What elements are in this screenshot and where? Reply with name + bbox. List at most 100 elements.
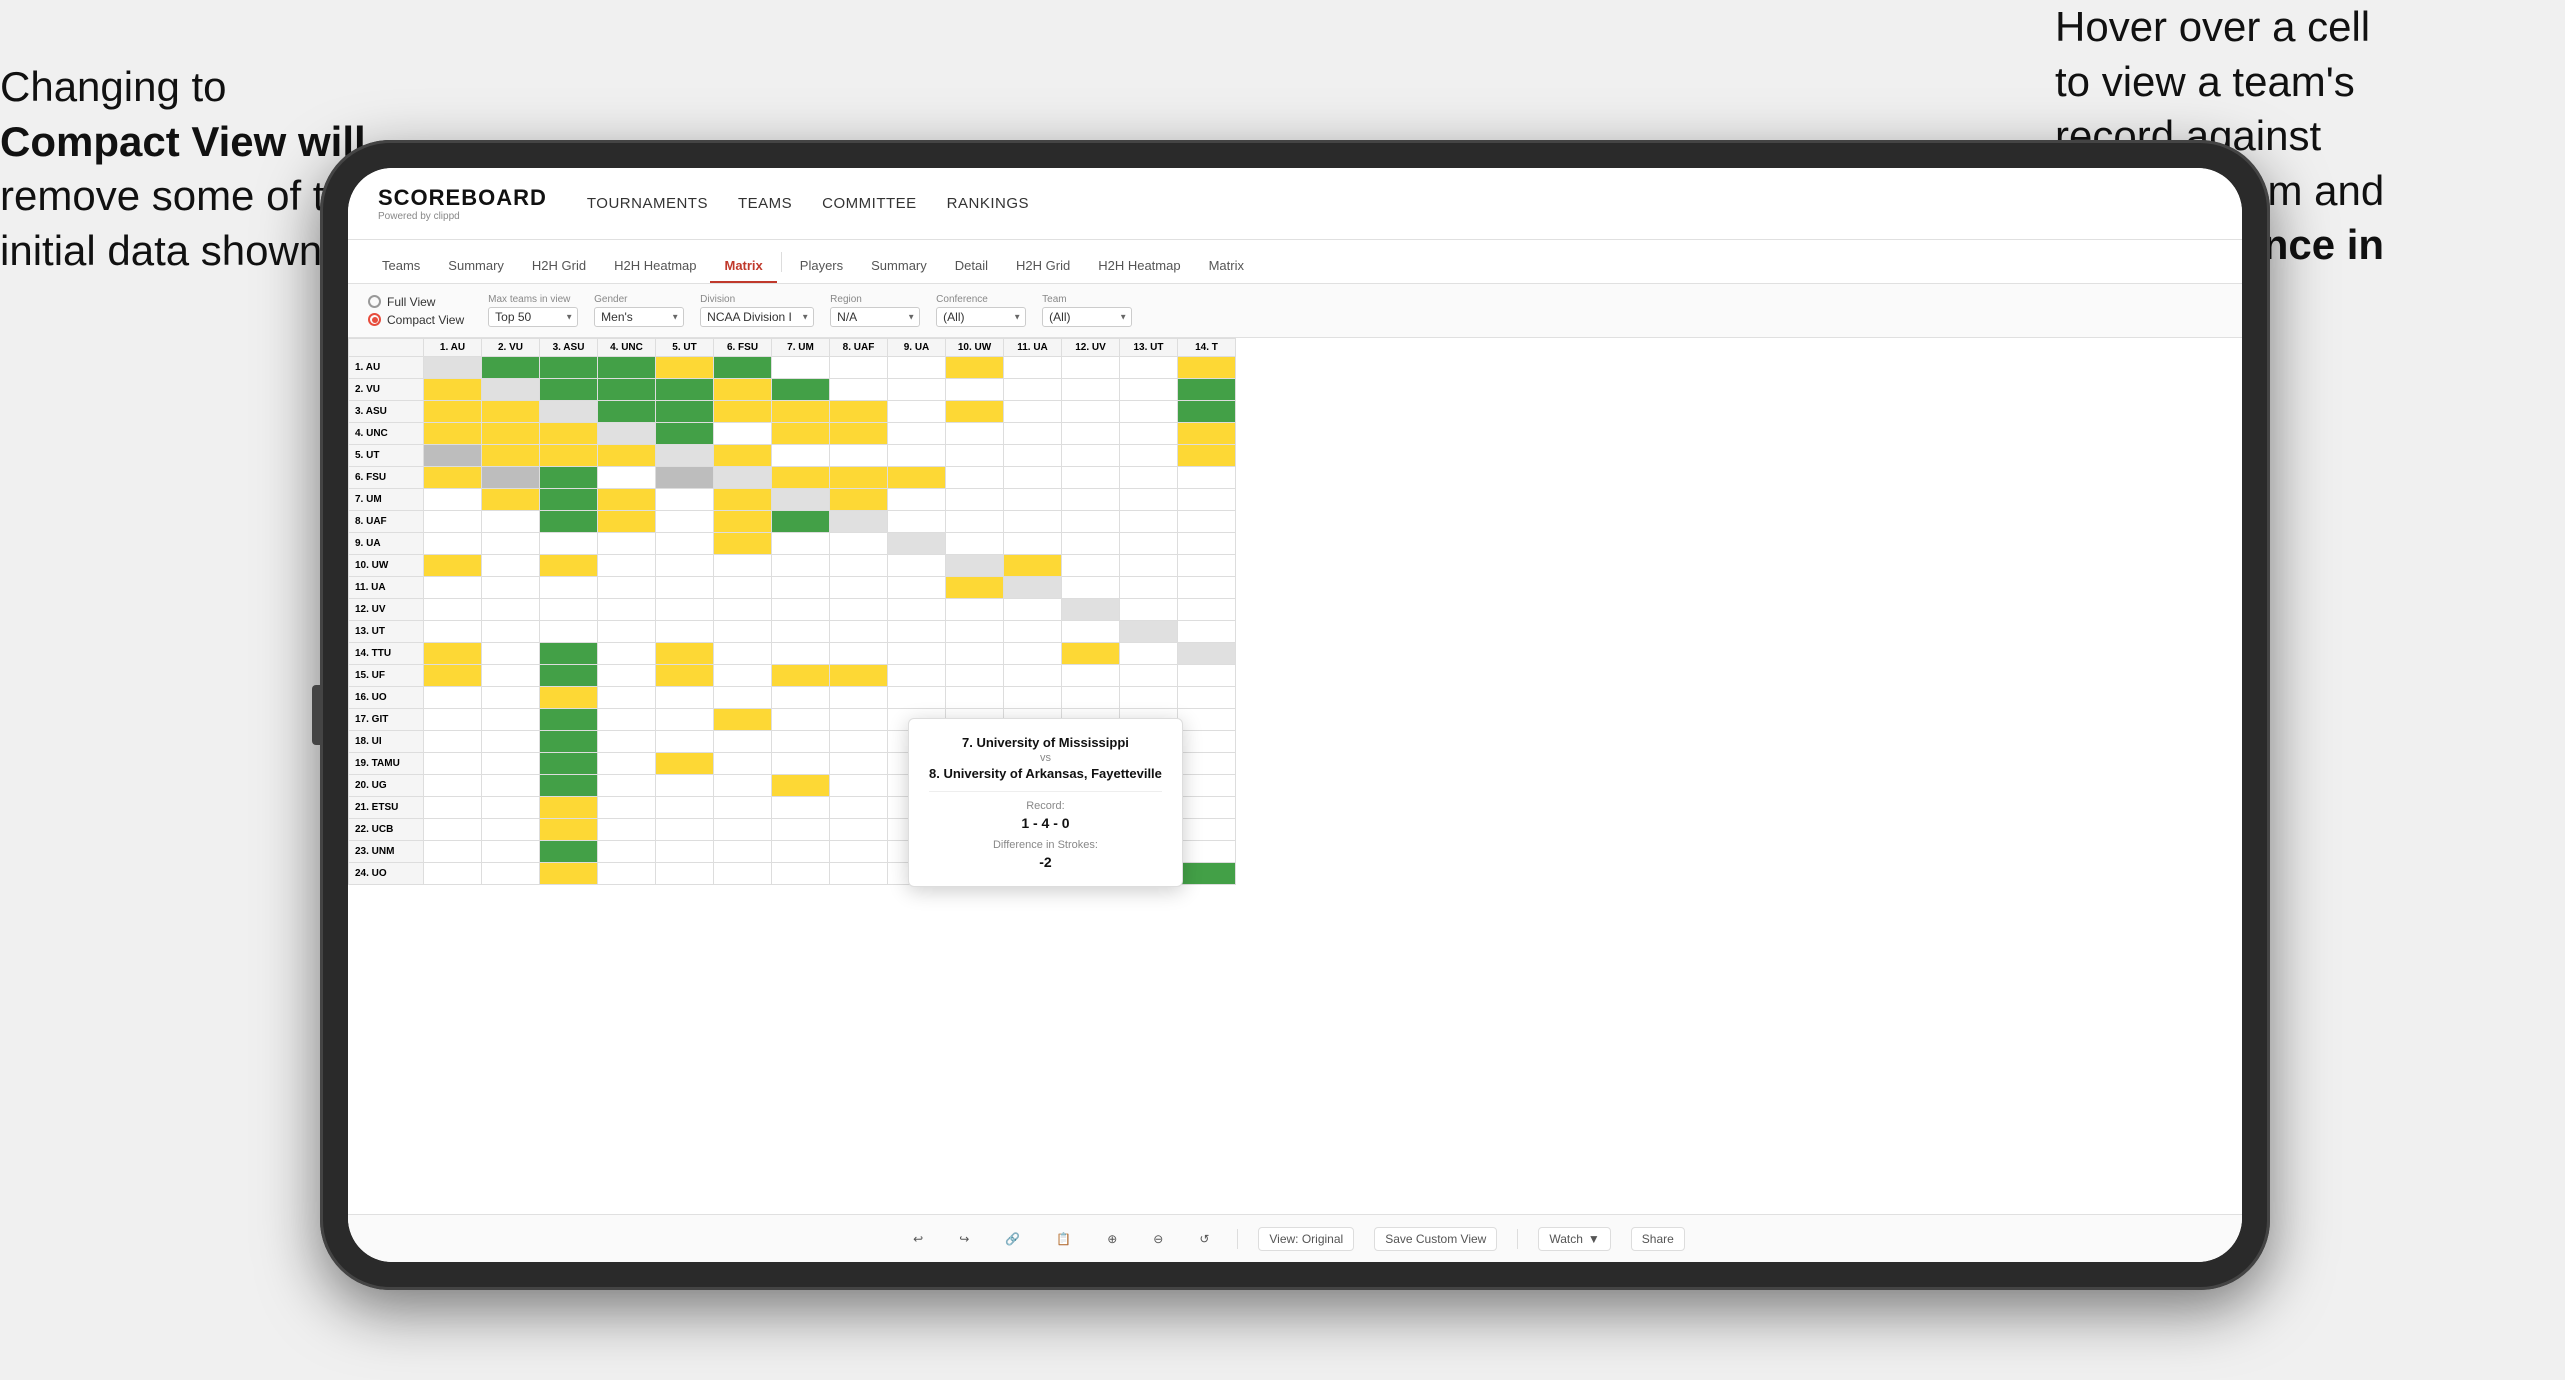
matrix-cell[interactable]: [830, 423, 888, 445]
toolbar-copy[interactable]: 📋: [1048, 1228, 1079, 1250]
matrix-cell[interactable]: [1120, 511, 1178, 533]
matrix-cell[interactable]: [1178, 665, 1236, 687]
matrix-cell[interactable]: [1178, 775, 1236, 797]
matrix-cell[interactable]: [1004, 423, 1062, 445]
matrix-cell[interactable]: [830, 665, 888, 687]
toolbar-zoom-out[interactable]: ⊖: [1145, 1228, 1171, 1250]
matrix-cell[interactable]: [888, 467, 946, 489]
matrix-cell[interactable]: [888, 511, 946, 533]
subnav-players[interactable]: Players: [786, 250, 857, 283]
matrix-cell[interactable]: [482, 467, 540, 489]
matrix-cell[interactable]: [714, 643, 772, 665]
matrix-cell[interactable]: [540, 797, 598, 819]
matrix-cell[interactable]: [1062, 467, 1120, 489]
subnav-matrix2[interactable]: Matrix: [1195, 250, 1258, 283]
toolbar-undo[interactable]: ↩: [905, 1228, 931, 1250]
matrix-cell[interactable]: [424, 467, 482, 489]
matrix-cell[interactable]: [424, 775, 482, 797]
matrix-cell[interactable]: [830, 555, 888, 577]
matrix-cell[interactable]: [1062, 643, 1120, 665]
subnav-summary1[interactable]: Summary: [434, 250, 518, 283]
matrix-cell[interactable]: [772, 621, 830, 643]
matrix-cell[interactable]: [888, 489, 946, 511]
matrix-cell[interactable]: [656, 665, 714, 687]
matrix-cell[interactable]: [540, 555, 598, 577]
matrix-cell[interactable]: [540, 841, 598, 863]
matrix-cell[interactable]: [714, 687, 772, 709]
matrix-cell[interactable]: [1062, 577, 1120, 599]
matrix-cell[interactable]: [888, 599, 946, 621]
matrix-cell[interactable]: [1178, 819, 1236, 841]
matrix-cell[interactable]: [946, 577, 1004, 599]
matrix-cell[interactable]: [540, 445, 598, 467]
matrix-cell[interactable]: [540, 489, 598, 511]
matrix-cell[interactable]: [946, 533, 1004, 555]
matrix-cell[interactable]: [830, 819, 888, 841]
filter-team-select[interactable]: (All): [1042, 307, 1132, 327]
matrix-cell[interactable]: [830, 775, 888, 797]
matrix-cell[interactable]: [830, 445, 888, 467]
matrix-cell[interactable]: [656, 577, 714, 599]
matrix-cell[interactable]: [540, 731, 598, 753]
matrix-cell[interactable]: [888, 665, 946, 687]
matrix-cell[interactable]: [656, 841, 714, 863]
matrix-cell[interactable]: [540, 775, 598, 797]
matrix-cell[interactable]: [1120, 379, 1178, 401]
matrix-cell[interactable]: [772, 511, 830, 533]
matrix-cell[interactable]: [424, 599, 482, 621]
matrix-cell[interactable]: [656, 709, 714, 731]
matrix-cell[interactable]: [482, 819, 540, 841]
matrix-cell[interactable]: [540, 577, 598, 599]
matrix-cell[interactable]: [888, 555, 946, 577]
matrix-cell[interactable]: [656, 643, 714, 665]
filter-region-select-wrap[interactable]: N/A: [830, 307, 920, 327]
subnav-summary2[interactable]: Summary: [857, 250, 941, 283]
matrix-cell[interactable]: [1004, 511, 1062, 533]
matrix-cell[interactable]: [656, 555, 714, 577]
matrix-cell[interactable]: [598, 753, 656, 775]
matrix-cell[interactable]: [482, 753, 540, 775]
matrix-cell[interactable]: [888, 401, 946, 423]
matrix-cell[interactable]: [656, 357, 714, 379]
matrix-cell[interactable]: [946, 467, 1004, 489]
matrix-cell[interactable]: [772, 599, 830, 621]
matrix-cell[interactable]: [1004, 489, 1062, 511]
matrix-cell[interactable]: [830, 797, 888, 819]
matrix-cell[interactable]: [1004, 401, 1062, 423]
nav-teams[interactable]: TEAMS: [738, 190, 792, 217]
matrix-cell[interactable]: [1120, 467, 1178, 489]
matrix-cell[interactable]: [424, 863, 482, 885]
matrix-cell[interactable]: [772, 379, 830, 401]
matrix-cell[interactable]: [1120, 555, 1178, 577]
matrix-cell[interactable]: [424, 753, 482, 775]
matrix-cell[interactable]: [1178, 643, 1236, 665]
matrix-cell[interactable]: [424, 665, 482, 687]
matrix-cell[interactable]: [598, 797, 656, 819]
matrix-cell[interactable]: [946, 599, 1004, 621]
matrix-cell[interactable]: [830, 841, 888, 863]
toolbar-save-custom[interactable]: Save Custom View: [1374, 1227, 1497, 1251]
matrix-cell[interactable]: [714, 379, 772, 401]
matrix-cell[interactable]: [540, 753, 598, 775]
matrix-cell[interactable]: [540, 687, 598, 709]
matrix-cell[interactable]: [772, 797, 830, 819]
matrix-cell[interactable]: [714, 445, 772, 467]
matrix-cell[interactable]: [598, 687, 656, 709]
nav-committee[interactable]: COMMITTEE: [822, 190, 917, 217]
filter-team-select-wrap[interactable]: (All): [1042, 307, 1132, 327]
matrix-cell[interactable]: [1178, 555, 1236, 577]
matrix-cell[interactable]: [1062, 621, 1120, 643]
matrix-cell[interactable]: [424, 643, 482, 665]
matrix-cell[interactable]: [830, 599, 888, 621]
matrix-cell[interactable]: [482, 599, 540, 621]
matrix-cell[interactable]: [946, 621, 1004, 643]
matrix-cell[interactable]: [656, 445, 714, 467]
matrix-cell[interactable]: [888, 577, 946, 599]
matrix-cell[interactable]: [1004, 467, 1062, 489]
matrix-cell[interactable]: [1004, 643, 1062, 665]
matrix-cell[interactable]: [540, 599, 598, 621]
nav-rankings[interactable]: RANKINGS: [947, 190, 1029, 217]
matrix-cell[interactable]: [424, 731, 482, 753]
matrix-cell[interactable]: [1178, 687, 1236, 709]
matrix-cell[interactable]: [714, 841, 772, 863]
